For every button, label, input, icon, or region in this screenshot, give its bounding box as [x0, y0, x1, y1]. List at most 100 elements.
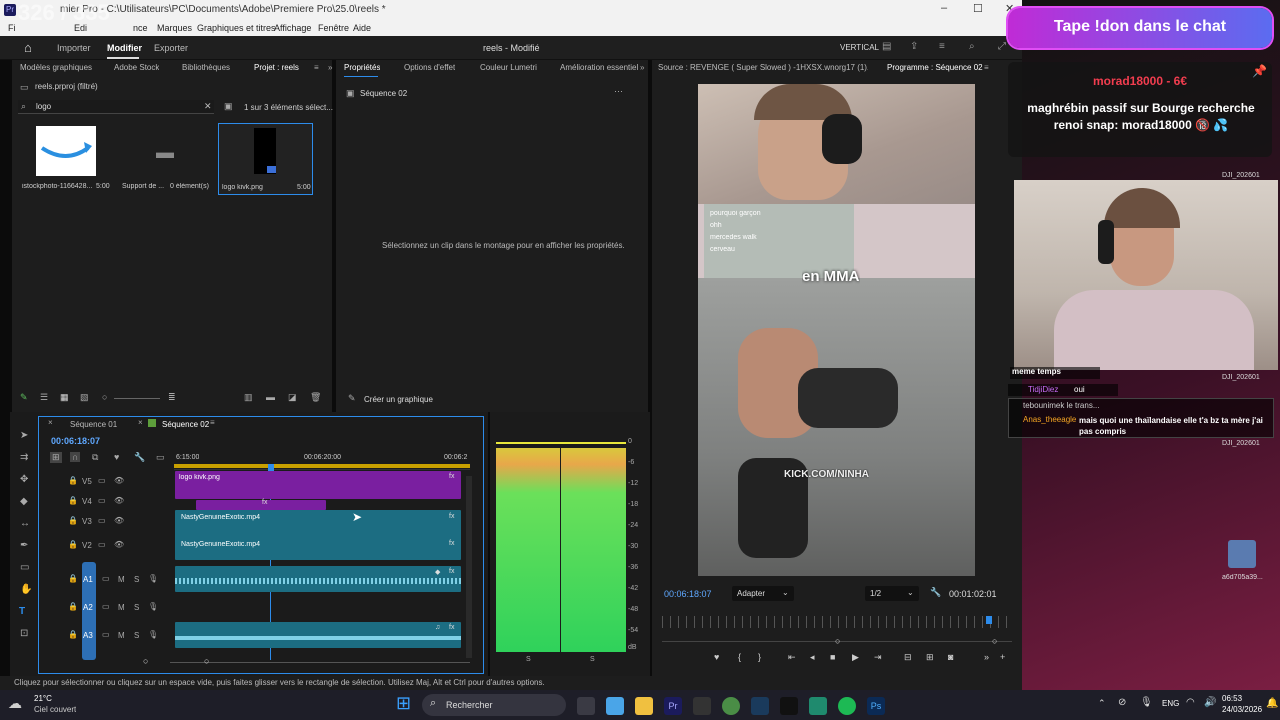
solo-left[interactable]: S: [526, 656, 531, 663]
work-area-bar[interactable]: [174, 464, 470, 468]
mute-button[interactable]: M: [118, 631, 125, 640]
more-tabs-icon[interactable]: »: [328, 63, 332, 72]
stop-icon[interactable]: ■: [830, 652, 835, 662]
type-tool-icon[interactable]: T: [19, 606, 25, 617]
tab-modeles-graphiques[interactable]: Modèles graphiques: [20, 63, 92, 72]
mic-icon[interactable]: 🎙: [148, 630, 158, 639]
tab-exporter[interactable]: Exporter: [154, 43, 188, 53]
maximize-button[interactable]: ☐: [973, 2, 983, 15]
tab-couleur-lumetri[interactable]: Couleur Lumetri: [480, 63, 537, 72]
eye-icon[interactable]: 👁: [114, 516, 124, 525]
clip-audio-a1[interactable]: ◆ fx: [175, 566, 461, 592]
more-options-icon[interactable]: ⋯: [614, 86, 623, 97]
menu-icon[interactable]: ≡: [939, 41, 945, 52]
sync-icon[interactable]: ▭: [98, 540, 106, 549]
tab-modifier[interactable]: Modifier: [107, 43, 142, 53]
create-graphic-button[interactable]: ✎ Créer un graphique: [344, 392, 440, 408]
automate-icon[interactable]: ▥: [244, 392, 253, 403]
mark-out-icon[interactable]: }: [758, 652, 761, 662]
menu-sequence[interactable]: nce: [133, 23, 148, 33]
zoom-slider-handle-icon[interactable]: ○: [102, 392, 107, 402]
close-icon[interactable]: ×: [138, 418, 143, 427]
selection-tool-icon[interactable]: ➤: [20, 430, 28, 441]
zoom-handle-left[interactable]: ○: [835, 636, 840, 646]
razor-icon[interactable]: ◆: [20, 496, 28, 507]
sync-icon[interactable]: ▭: [98, 516, 106, 525]
freeform-view-icon[interactable]: ▧: [80, 392, 89, 403]
slip-icon[interactable]: ↔: [20, 518, 30, 529]
sync-icon[interactable]: ▭: [102, 574, 110, 583]
marker-icon[interactable]: ♥: [714, 652, 719, 662]
menu-fichier[interactable]: Fi: [8, 23, 16, 33]
sync-icon[interactable]: ▭: [98, 476, 106, 485]
mic-icon[interactable]: 🎙: [148, 602, 158, 611]
go-to-out-icon[interactable]: ⇥: [874, 652, 882, 663]
list-view-icon[interactable]: ☰: [40, 392, 48, 403]
spotify-icon[interactable]: [838, 697, 856, 715]
weather-icon[interactable]: ☁: [8, 695, 22, 712]
resolution-select[interactable]: 1/2 ⌄: [865, 586, 919, 601]
timeline-vertical-scrollbar[interactable]: [466, 476, 472, 658]
timeline-timecode[interactable]: 00:06:18:07: [51, 436, 100, 446]
pencil-icon[interactable]: ✎: [20, 392, 28, 403]
solo-button[interactable]: S: [134, 575, 139, 584]
tab-sequence-01[interactable]: Séquence 01: [70, 420, 117, 429]
new-bin-footer-icon[interactable]: ▬: [266, 392, 275, 402]
lock-icon[interactable]: 🔒: [68, 602, 78, 611]
icon-view-icon[interactable]: ▦: [60, 392, 69, 403]
notification-icon[interactable]: 🔔: [1266, 698, 1278, 709]
clock-date[interactable]: 24/03/2026: [1222, 705, 1262, 714]
add-button-icon[interactable]: +: [1000, 652, 1005, 662]
workspace-vertical-label[interactable]: VERTICAL: [840, 43, 879, 52]
sync-icon[interactable]: ▭: [102, 630, 110, 639]
panel-menu-icon[interactable]: ≡: [210, 418, 215, 427]
eye-icon[interactable]: 👁: [114, 540, 124, 549]
clip-audio-a3[interactable]: ♫ fx: [175, 622, 461, 648]
mic-icon[interactable]: 🎙: [1140, 697, 1153, 708]
add-marker-icon[interactable]: ♥: [114, 452, 119, 462]
rectangle-icon[interactable]: ▭: [20, 562, 29, 573]
zoom-slider[interactable]: [114, 398, 160, 399]
clip-nastygenuine-v3[interactable]: NastyGenuineExotic.mp4 fx NastyGenuineEx…: [175, 510, 461, 560]
search-field[interactable]: ⌕ logo ✕: [18, 100, 214, 114]
mute-button[interactable]: M: [118, 575, 125, 584]
fit-select[interactable]: Adapter ⌄: [732, 586, 794, 601]
eye-icon[interactable]: 👁: [114, 496, 124, 505]
discord-icon[interactable]: [693, 697, 711, 715]
lock-icon[interactable]: 🔒: [68, 540, 78, 549]
menu-aide[interactable]: Aide: [353, 23, 371, 33]
copilot-icon[interactable]: [606, 697, 624, 715]
ripple-edit-icon[interactable]: ✥: [20, 474, 28, 485]
close-icon[interactable]: ×: [48, 418, 53, 427]
panel-icon[interactable]: ▤: [882, 41, 891, 52]
home-icon[interactable]: ⌂: [24, 40, 32, 55]
camera-icon[interactable]: ◙: [948, 652, 953, 662]
expand-icon[interactable]: ⤢: [998, 41, 1006, 52]
sync-icon[interactable]: ▭: [102, 602, 110, 611]
bin-folder-icon[interactable]: ▬: [156, 142, 174, 163]
solo-right[interactable]: S: [590, 656, 595, 663]
timeline-horizontal-scrollbar[interactable]: [170, 662, 470, 663]
clear-search-icon[interactable]: ✕: [204, 101, 212, 112]
scroll-handle-right[interactable]: ○: [204, 656, 209, 666]
pen-icon[interactable]: ✒: [20, 540, 28, 551]
desktop-file-icon[interactable]: [1228, 540, 1256, 568]
track-select-icon[interactable]: ⇉: [20, 452, 28, 463]
windows-start-icon[interactable]: ⊞: [396, 693, 411, 714]
tab-bibliotheques[interactable]: Bibliothèques: [182, 63, 230, 72]
caption-icon[interactable]: ▭: [156, 452, 165, 463]
trash-icon[interactable]: 🗑: [310, 392, 321, 403]
taskbar-search[interactable]: ⌕ Rechercher: [422, 694, 566, 716]
steam-icon[interactable]: [751, 697, 769, 715]
linked-icon[interactable]: ⧉: [92, 452, 98, 463]
mark-in-icon[interactable]: {: [738, 652, 741, 662]
menu-marques[interactable]: Marques: [157, 23, 192, 33]
tab-proprietes[interactable]: Propriétés: [344, 63, 380, 72]
network-off-icon[interactable]: ⊘: [1118, 697, 1126, 708]
solo-button[interactable]: S: [134, 603, 139, 612]
go-to-in-icon[interactable]: ⇤: [788, 652, 796, 663]
tab-importer[interactable]: Importer: [57, 43, 91, 53]
lock-icon[interactable]: 🔒: [68, 496, 78, 505]
wifi-icon[interactable]: ◠: [1186, 697, 1195, 708]
menu-fenetre[interactable]: Fenêtre: [318, 23, 349, 33]
